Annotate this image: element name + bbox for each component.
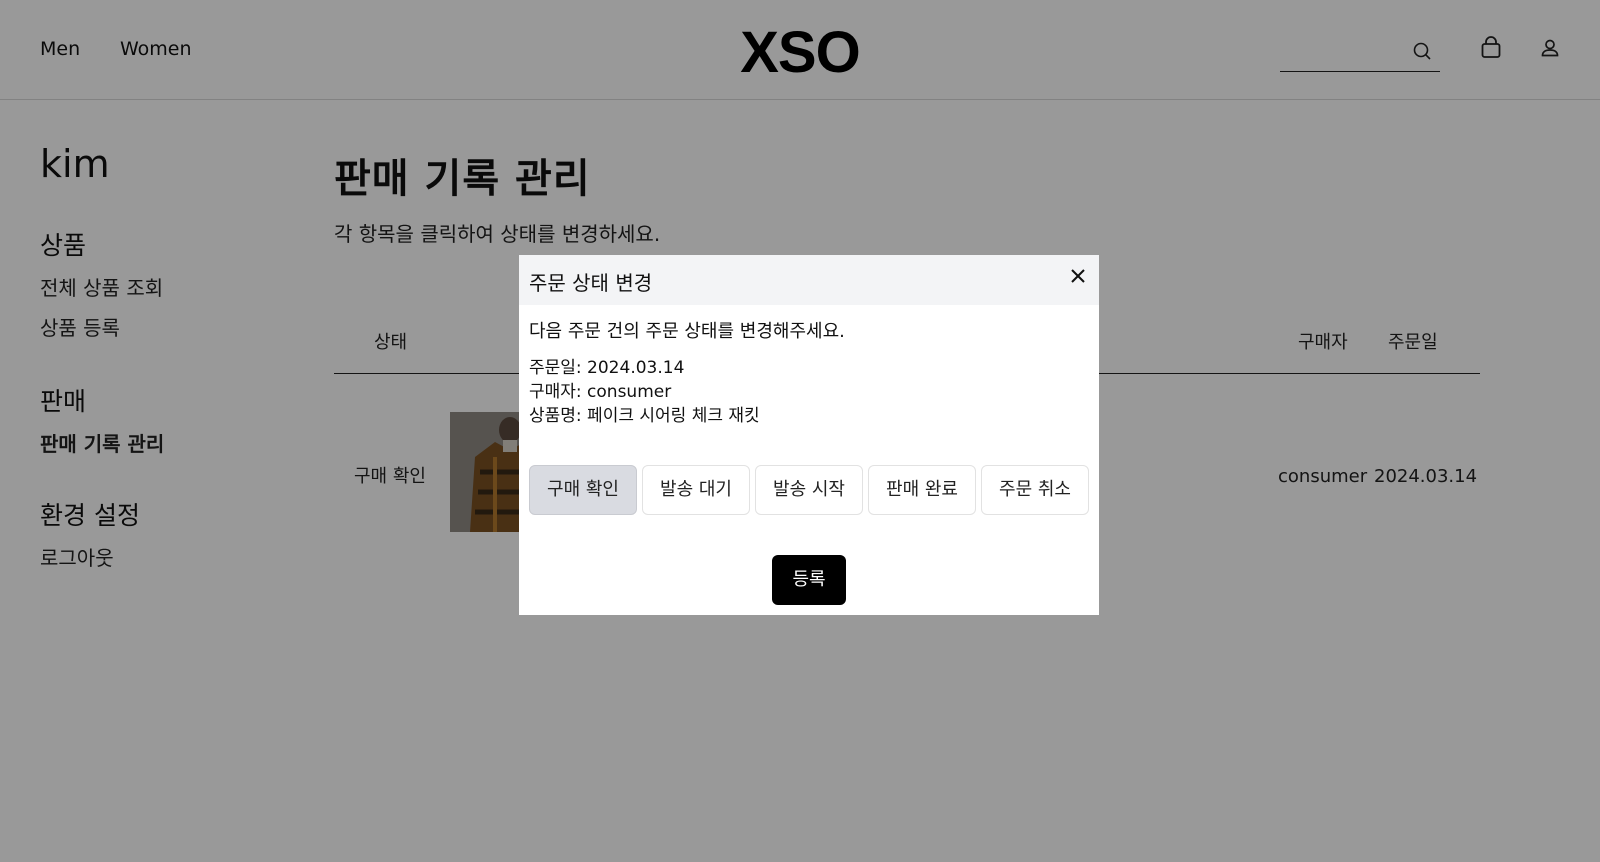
close-icon[interactable] (1069, 267, 1087, 285)
status-shipment-started-button[interactable]: 발송 시작 (755, 465, 863, 515)
product-info: 상품명: 페이크 시어링 체크 재킷 (529, 406, 760, 426)
modal-message: 다음 주문 건의 주문 상태를 변경해주세요. (529, 321, 845, 342)
modal-title: 주문 상태 변경 (529, 271, 653, 295)
buyer-info: 구매자: consumer (529, 382, 672, 402)
status-awaiting-shipment-button[interactable]: 발송 대기 (642, 465, 750, 515)
order-status-modal: 주문 상태 변경 다음 주문 건의 주문 상태를 변경해주세요. 주문일: 20… (519, 255, 1099, 615)
status-order-cancel-button[interactable]: 주문 취소 (981, 465, 1089, 515)
status-sale-complete-button[interactable]: 판매 완료 (868, 465, 976, 515)
status-purchase-confirmed-button[interactable]: 구매 확인 (529, 465, 637, 515)
submit-button[interactable]: 등록 (772, 555, 846, 605)
order-date-info: 주문일: 2024.03.14 (529, 358, 685, 378)
modal-header: 주문 상태 변경 (519, 255, 1099, 305)
